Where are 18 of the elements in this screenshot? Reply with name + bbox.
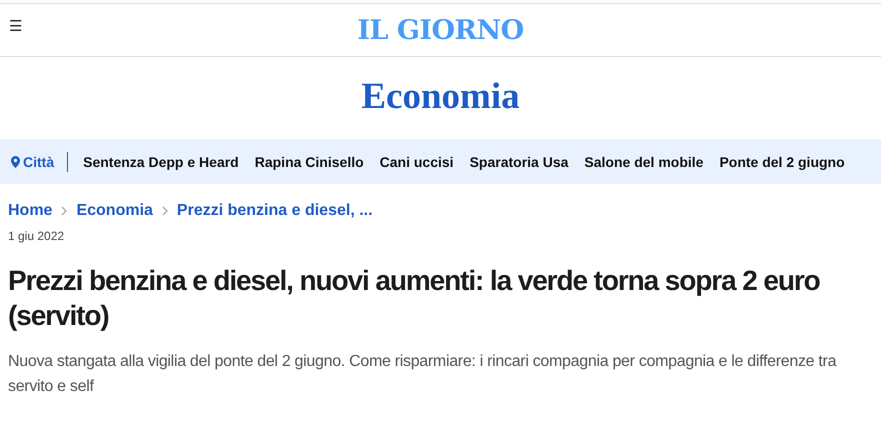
- chevron-right-icon: [162, 206, 168, 216]
- publish-date: 1 giu 2022: [7, 228, 66, 243]
- topic-link[interactable]: Rapina Cinisello: [254, 154, 364, 170]
- section-title: Economia: [360, 75, 521, 119]
- topic-link[interactable]: Sentenza Depp e Heard: [83, 154, 239, 170]
- topic-link[interactable]: Ponte del 2 giugno: [719, 154, 845, 170]
- topic-link[interactable]: Salone del mobile: [584, 154, 704, 170]
- topic-link[interactable]: Sparatoria Usa: [470, 154, 568, 170]
- location-pin-icon: [11, 156, 20, 168]
- breadcrumb-link[interactable]: Home: [8, 202, 52, 220]
- subheadline: Nuova stangata alla vigilia del ponte del 2 giugno. Come risparmiare: i rincari compagnia per compagnia e le differenze tra servito e self: [8, 352, 838, 397]
- headline: Prezzi benzina e diesel, nuovi aumenti: la verde torna sopra 2 euro (servito): [8, 264, 821, 333]
- breadcrumb-link[interactable]: Prezzi benzina e diesel, ...: [176, 202, 373, 220]
- menu-icon[interactable]: ☰: [9, 17, 22, 35]
- topic-link[interactable]: Cani uccisi: [380, 154, 454, 170]
- chevron-right-icon: [61, 206, 68, 216]
- city-link[interactable]: Città: [11, 152, 68, 172]
- breadcrumb-link[interactable]: Economia: [76, 202, 153, 220]
